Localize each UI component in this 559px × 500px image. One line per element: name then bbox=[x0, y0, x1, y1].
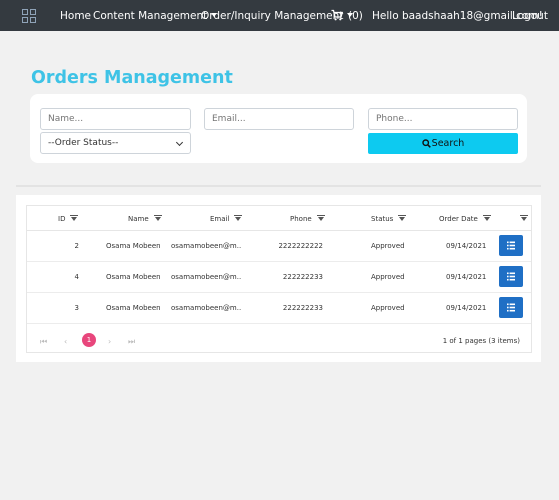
view-details-button[interactable] bbox=[499, 297, 523, 318]
search-icon bbox=[421, 139, 431, 148]
next-page-button[interactable]: › bbox=[108, 337, 111, 346]
pager-info: 1 of 1 pages (3 items) bbox=[442, 337, 520, 345]
cell-status: Approved bbox=[371, 304, 405, 312]
nav-content-management-label: Content Management bbox=[93, 10, 208, 22]
page-1-button[interactable]: 1 bbox=[82, 333, 96, 347]
prev-page-button[interactable]: ‹ bbox=[64, 337, 67, 346]
grid-logo-icon[interactable] bbox=[22, 9, 36, 23]
cell-id: 2 bbox=[74, 242, 79, 250]
cell-phone: 222222233 bbox=[282, 273, 323, 281]
filter-icon[interactable] bbox=[316, 215, 325, 221]
phone-input[interactable] bbox=[368, 108, 518, 130]
cell-id: 3 bbox=[74, 304, 79, 312]
filter-icon[interactable] bbox=[70, 215, 79, 221]
column-header-actions[interactable] bbox=[515, 215, 528, 223]
filter-icon[interactable] bbox=[398, 215, 407, 221]
first-page-button[interactable]: ⏮ bbox=[40, 337, 47, 347]
column-header-status[interactable]: Status bbox=[371, 215, 407, 223]
cell-status: Approved bbox=[371, 242, 405, 250]
chevron-down-icon bbox=[175, 138, 184, 147]
cart-count[interactable]: (0) bbox=[348, 10, 363, 22]
order-status-select[interactable]: --Order Status-- bbox=[40, 132, 191, 154]
cell-phone: 2222222222 bbox=[278, 242, 323, 250]
cell-order-date: 09/14/2021 bbox=[446, 273, 487, 281]
nav-orders-label: Order/Inquiry Management bbox=[201, 10, 344, 22]
table-row: 2 Osama Mobeen osamamobeen@m... 22222222… bbox=[27, 231, 531, 262]
cell-email: osamamobeen@m... bbox=[171, 304, 241, 312]
cell-id: 4 bbox=[74, 273, 79, 281]
view-details-button[interactable] bbox=[499, 266, 523, 287]
order-status-selected: --Order Status-- bbox=[48, 138, 119, 148]
search-button[interactable]: Search bbox=[368, 133, 518, 154]
nav-content-management-dropdown[interactable]: Content Management bbox=[93, 10, 218, 22]
column-header-order-date[interactable]: Order Date bbox=[439, 215, 491, 223]
filter-icon[interactable] bbox=[520, 215, 528, 221]
list-icon bbox=[507, 272, 515, 281]
top-navbar: Home Content Management Order/Inquiry Ma… bbox=[0, 0, 559, 31]
last-page-button[interactable]: ⏭ bbox=[128, 337, 135, 347]
table-row: 4 Osama Mobeen osamamobeen@m... 22222223… bbox=[27, 262, 531, 293]
column-header-id-label: ID bbox=[58, 215, 66, 223]
column-header-email-label: Email bbox=[210, 215, 230, 223]
filter-icon[interactable] bbox=[153, 215, 162, 221]
filter-icon[interactable] bbox=[234, 215, 243, 221]
view-details-button[interactable] bbox=[499, 235, 523, 256]
column-header-id[interactable]: ID bbox=[58, 215, 79, 223]
cell-order-date: 09/14/2021 bbox=[446, 242, 487, 250]
cell-name: Osama Mobeen bbox=[106, 273, 161, 281]
table-row: 3 Osama Mobeen osamamobeen@m... 22222223… bbox=[27, 293, 531, 324]
column-header-email[interactable]: Email bbox=[210, 215, 243, 223]
column-header-order-date-label: Order Date bbox=[439, 215, 478, 223]
grid-pager: ⏮ ‹ 1 › ⏭ 1 of 1 pages (3 items) bbox=[27, 328, 531, 353]
grid-header-row: ID Name Email Phone Status Order Date bbox=[27, 206, 531, 231]
cell-order-date: 09/14/2021 bbox=[446, 304, 487, 312]
orders-grid: ID Name Email Phone Status Order Date 2 … bbox=[26, 205, 532, 353]
logout-link[interactable]: Logout bbox=[512, 10, 548, 22]
section-divider bbox=[16, 185, 541, 187]
search-button-label: Search bbox=[431, 138, 465, 149]
list-icon bbox=[507, 241, 515, 250]
list-icon bbox=[507, 303, 515, 312]
nav-home-link[interactable]: Home bbox=[60, 10, 91, 22]
cell-status: Approved bbox=[371, 273, 405, 281]
cart-icon[interactable] bbox=[331, 9, 343, 21]
cell-email: osamamobeen@m... bbox=[171, 242, 241, 250]
email-input[interactable] bbox=[204, 108, 354, 130]
cell-email: osamamobeen@m... bbox=[171, 273, 241, 281]
column-header-phone-label: Phone bbox=[290, 215, 312, 223]
cell-name: Osama Mobeen bbox=[106, 242, 161, 250]
cell-name: Osama Mobeen bbox=[106, 304, 161, 312]
column-header-status-label: Status bbox=[371, 215, 394, 223]
column-header-name-label: Name bbox=[128, 215, 149, 223]
filter-icon[interactable] bbox=[482, 215, 491, 221]
cell-phone: 222222233 bbox=[282, 304, 323, 312]
name-input[interactable] bbox=[40, 108, 191, 130]
page-title: Orders Management bbox=[31, 68, 233, 88]
column-header-phone[interactable]: Phone bbox=[290, 215, 325, 223]
column-header-name[interactable]: Name bbox=[128, 215, 162, 223]
